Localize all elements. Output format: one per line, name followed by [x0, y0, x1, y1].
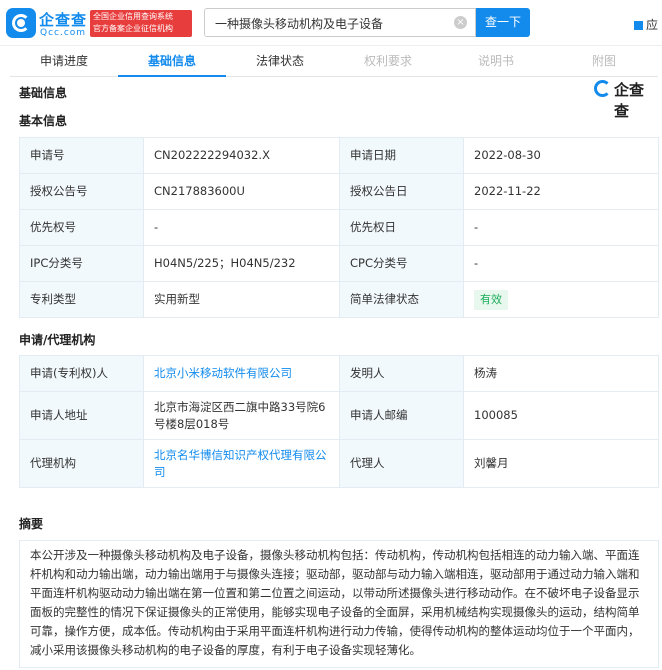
field-label: 专利类型: [19, 281, 144, 318]
field-value: H04N5/225；H04N5/232: [143, 245, 340, 282]
table-row: 代理机构 北京名华博信知识产权代理有限公司 代理人 刘馨月: [19, 439, 659, 488]
app-link[interactable]: 应: [634, 16, 658, 33]
field-value: -: [463, 209, 659, 246]
status-badge: 有效: [474, 289, 508, 310]
field-value: 100085: [463, 391, 659, 440]
agency-table: 申请(专利权)人 北京小米移动软件有限公司 发明人 杨涛 申请人地址 北京市海淀…: [19, 355, 659, 488]
logo-name[interactable]: 企查查: [39, 9, 87, 30]
table-row: 专利类型 实用新型 简单法律状态 有效: [19, 281, 659, 318]
applicant-link[interactable]: 北京小米移动软件有限公司: [154, 366, 292, 380]
field-label: 简单法律状态: [339, 281, 464, 318]
field-value: 杨涛: [463, 355, 659, 392]
table-row: 申请(专利权)人 北京小米移动软件有限公司 发明人 杨涛: [19, 355, 659, 392]
field-label: 代理人: [339, 439, 464, 488]
field-label: 授权公告日: [339, 173, 464, 210]
field-value: -: [143, 209, 340, 246]
field-label: 代理机构: [19, 439, 144, 488]
badge-line-2: 官方备案企业征信机构: [93, 24, 173, 33]
field-label: 申请人地址: [19, 391, 144, 440]
field-label: 授权公告号: [19, 173, 144, 210]
table-row: 优先权号 - 优先权日 -: [19, 209, 659, 246]
agency-link[interactable]: 北京名华博信知识产权代理有限公司: [154, 448, 327, 479]
field-value: 北京市海淀区西二旗中路33号院6号楼8层018号: [143, 391, 340, 440]
top-bar: 企查查 Qcc.com 全国企业信用查询系统 官方备案企业征信机构 一种摄像头移…: [0, 0, 662, 46]
tab-progress[interactable]: 申请进度: [10, 46, 118, 77]
credit-badge[interactable]: 全国企业信用查询系统 官方备案企业征信机构: [90, 10, 192, 37]
field-label: 申请号: [19, 137, 144, 174]
search-button[interactable]: 查一下: [476, 8, 530, 37]
watermark-logo: 企查查: [594, 79, 656, 120]
tab-legal-status[interactable]: 法律状态: [226, 46, 334, 77]
app-icon: [634, 21, 643, 30]
field-value: -: [463, 245, 659, 282]
search-value: 一种摄像头移动机构及电子设备: [215, 17, 384, 31]
field-label: 申请日期: [339, 137, 464, 174]
field-label: 优先权号: [19, 209, 144, 246]
badge-line-1: 全国企业信用查询系统: [93, 12, 173, 21]
table-row: 授权公告号 CN217883600U 授权公告日 2022-11-22: [19, 173, 659, 210]
legal-status-cell: 有效: [463, 281, 659, 318]
watermark-text: 企查查: [614, 81, 645, 120]
qcc-logo-icon[interactable]: [6, 8, 36, 38]
field-label: CPC分类号: [339, 245, 464, 282]
tab-description[interactable]: 说明书: [442, 46, 550, 77]
logo-domain: Qcc.com: [40, 28, 87, 38]
agency-title: 申请/代理机构: [19, 333, 96, 347]
field-value: 实用新型: [143, 281, 340, 318]
tab-claims[interactable]: 权利要求: [334, 46, 442, 77]
field-value: CN202222294032.X: [143, 137, 340, 174]
abstract-title: 摘要: [19, 517, 44, 531]
table-row: 申请人地址 北京市海淀区西二旗中路33号院6号楼8层018号 申请人邮编 100…: [19, 391, 659, 440]
field-value: 刘馨月: [463, 439, 659, 488]
field-label: 发明人: [339, 355, 464, 392]
table-row: 申请号 CN202222294032.X 申请日期 2022-08-30: [19, 137, 659, 174]
field-value: CN217883600U: [143, 173, 340, 210]
search-input[interactable]: 一种摄像头移动机构及电子设备 ×: [204, 8, 476, 37]
tab-drawings[interactable]: 附图: [550, 46, 658, 77]
applicant-link-cell: 北京小米移动软件有限公司: [143, 355, 340, 392]
basic-info-table: 申请号 CN202222294032.X 申请日期 2022-08-30 授权公…: [19, 137, 659, 318]
field-label: 申请人邮编: [339, 391, 464, 440]
field-label: 申请(专利权)人: [19, 355, 144, 392]
basic-info-title: 基本信息: [19, 114, 68, 128]
field-value: 2022-08-30: [463, 137, 659, 174]
field-label: 优先权日: [339, 209, 464, 246]
section-heading: 基础信息: [19, 86, 68, 100]
clear-icon[interactable]: ×: [454, 16, 467, 29]
abstract-text: 本公开涉及一种摄像头移动机构及电子设备，摄像头移动机构包括：传动机构，传动机构包…: [19, 540, 659, 668]
table-row: IPC分类号 H04N5/225；H04N5/232 CPC分类号 -: [19, 245, 659, 282]
field-value: 2022-11-22: [463, 173, 659, 210]
tab-bar: 申请进度 基础信息 法律状态 权利要求 说明书 附图: [10, 46, 658, 77]
tab-basic-info[interactable]: 基础信息: [118, 46, 226, 77]
app-link-label: 应: [646, 18, 659, 32]
field-label: IPC分类号: [19, 245, 144, 282]
agency-link-cell: 北京名华博信知识产权代理有限公司: [143, 439, 340, 488]
